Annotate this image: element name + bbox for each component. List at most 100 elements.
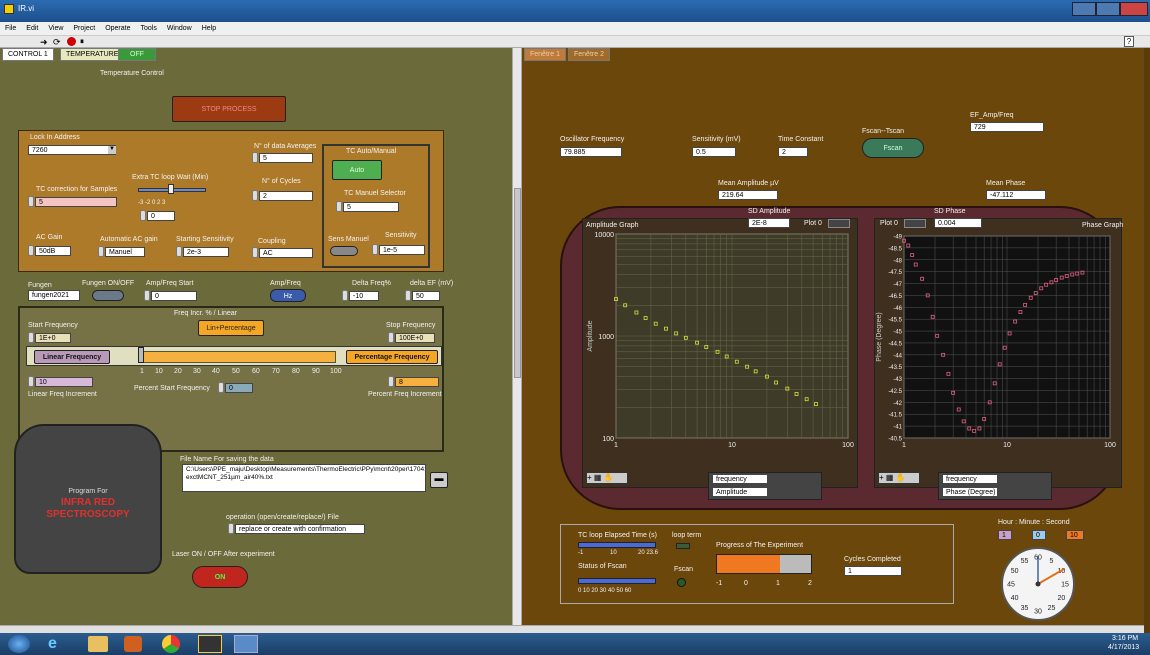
vertical-scrollbar[interactable] <box>512 48 522 625</box>
menu-operate[interactable]: Operate <box>100 22 135 36</box>
tc-correction-input[interactable]: 5 <box>35 197 117 207</box>
amp-y-tick: 10000 <box>595 232 615 239</box>
linear-incr-spinner[interactable] <box>28 376 34 387</box>
temperature-off-toggle[interactable]: OFF <box>118 48 156 61</box>
amp-y-axis-label: Amplitude <box>587 320 594 351</box>
internet-explorer-icon[interactable]: e <box>48 635 72 653</box>
sens-manuel-toggle[interactable] <box>330 246 358 256</box>
run-arrow-icon[interactable]: ➜ <box>40 37 48 48</box>
starting-sens-input[interactable]: 2e-3 <box>183 247 229 257</box>
progress-label: Progress of The Experiment <box>716 542 804 549</box>
horizontal-scrollbar[interactable] <box>0 625 1144 633</box>
frequency-slider-fill[interactable] <box>140 351 336 363</box>
coupling-spinner[interactable] <box>252 247 258 258</box>
tab-fenetre-2[interactable]: Fenêtre 2 <box>568 48 610 61</box>
auto-button[interactable]: Auto <box>332 160 382 180</box>
extra-tc-spinner[interactable] <box>140 210 146 221</box>
slider-tick: 80 <box>292 368 300 375</box>
tab-control-1[interactable]: CONTROL 1 <box>2 48 54 61</box>
sensitivity-input[interactable]: 1e-5 <box>379 245 425 255</box>
n-cycles-spinner[interactable] <box>252 190 258 201</box>
start-button-icon[interactable] <box>8 635 30 653</box>
ampfreq-start-spinner[interactable] <box>144 290 150 301</box>
clock-tick-label: 15 <box>1061 582 1069 589</box>
delta-freq-spinner[interactable] <box>342 290 348 301</box>
menu-project[interactable]: Project <box>68 22 100 36</box>
chrome-icon[interactable] <box>162 635 180 653</box>
tc-correction-spinner[interactable] <box>28 196 34 207</box>
start-frequency-input[interactable]: 1E+0 <box>35 333 71 343</box>
menu-help[interactable]: Help <box>197 22 221 36</box>
start-frequency-label: Start Frequency <box>28 322 78 329</box>
percent-incr-spinner[interactable] <box>388 376 394 387</box>
right-front-panel: Fenêtre 1 Fenêtre 2 EF_Amp/Freq 729 Osci… <box>522 48 1144 625</box>
stop-freq-spinner[interactable] <box>388 332 394 343</box>
time-constant-label: Time Constant <box>778 136 824 143</box>
starting-sens-spinner[interactable] <box>176 246 182 257</box>
ampfreq-start-input[interactable]: 0 <box>151 291 197 301</box>
fscan-toggle[interactable]: Fscan <box>862 138 924 158</box>
n-cycles-input[interactable]: 2 <box>259 191 313 201</box>
coupling-input[interactable]: AC <box>259 248 313 258</box>
percentage-frequency-button[interactable]: Percentage Frequency <box>346 350 438 364</box>
extra-tc-slider-thumb[interactable] <box>168 184 174 194</box>
pause-icon[interactable]: ⏸ <box>80 37 84 47</box>
auto-ac-spinner[interactable] <box>98 246 104 257</box>
tc-manual-spinner[interactable] <box>336 201 342 212</box>
hz-toggle[interactable]: Hz <box>270 289 306 302</box>
ac-gain-spinner[interactable] <box>28 245 34 256</box>
delta-freq-input[interactable]: -10 <box>349 291 379 301</box>
ac-gain-input[interactable]: 50dB <box>35 246 71 256</box>
help-icon[interactable]: ? <box>1124 36 1134 47</box>
phase-graph-tools[interactable]: + ▦ ✋ <box>878 472 920 484</box>
linear-frequency-button[interactable]: Linear Frequency <box>34 350 110 364</box>
menu-tools[interactable]: Tools <box>135 22 161 36</box>
folder-browse-icon[interactable]: ▬ <box>430 472 448 488</box>
labview-taskbar-icon[interactable] <box>198 635 222 653</box>
amp-graph-tools[interactable]: + ▦ ✋ <box>586 472 628 484</box>
minimize-button[interactable] <box>1072 2 1096 16</box>
maximize-button[interactable] <box>1096 2 1120 16</box>
frequency-slider-thumb[interactable] <box>138 347 144 363</box>
n-averages-input[interactable]: 5 <box>259 153 313 163</box>
run-continuous-icon[interactable]: ⟳ <box>53 37 61 48</box>
file-path-input[interactable]: C:\Users\PPE_maju\Desktop\Measurements\T… <box>182 464 426 492</box>
menu-window[interactable]: Window <box>162 22 197 36</box>
laser-on-toggle[interactable]: ON <box>192 566 248 588</box>
ampfreq-start-label: Amp/Freq Start <box>146 280 194 287</box>
labview-vi-taskbar-icon[interactable] <box>234 635 258 653</box>
chevron-down-icon[interactable]: ▼ <box>108 146 116 154</box>
close-button[interactable] <box>1120 2 1148 16</box>
operation-select[interactable]: replace or create with confirmation <box>235 524 365 534</box>
fungen-onoff-toggle[interactable] <box>92 290 124 301</box>
abort-icon[interactable] <box>67 37 76 46</box>
lockin-address-select[interactable]: 7260 <box>28 145 116 155</box>
phase-plot-legend-icon[interactable] <box>904 219 926 228</box>
file-explorer-icon[interactable] <box>88 636 108 652</box>
outlook-icon[interactable] <box>124 636 142 652</box>
fungen-select[interactable]: fungen2021 <box>28 290 80 301</box>
extra-tc-input[interactable]: 0 <box>147 211 175 221</box>
sensitivity-spinner[interactable] <box>372 244 378 255</box>
tc-manual-input[interactable]: 5 <box>343 202 399 212</box>
operation-spinner[interactable] <box>228 523 234 534</box>
tab-fenetre-1[interactable]: Fenêtre 1 <box>524 48 566 61</box>
stop-frequency-input[interactable]: 100E+0 <box>395 333 435 343</box>
percent-start-input[interactable]: 0 <box>225 383 253 393</box>
vertical-scroll-thumb[interactable] <box>514 188 521 378</box>
auto-ac-input[interactable]: Manuel <box>105 247 145 257</box>
delta-ef-input[interactable]: 50 <box>412 291 440 301</box>
amp-plot-legend-icon[interactable] <box>828 219 850 228</box>
percent-start-spinner[interactable] <box>218 382 224 393</box>
delta-ef-spinner[interactable] <box>405 290 411 301</box>
linear-freq-increment-input[interactable]: 10 <box>35 377 93 387</box>
start-freq-spinner[interactable] <box>28 332 34 343</box>
n-averages-spinner[interactable] <box>252 152 258 163</box>
stop-process-button[interactable]: STOP PROCESS <box>172 96 286 122</box>
menu-view[interactable]: View <box>43 22 68 36</box>
percent-freq-increment-input[interactable]: 8 <box>395 377 439 387</box>
lin-percentage-button[interactable]: Lin+Percentage <box>198 320 264 336</box>
menu-file[interactable]: File <box>0 22 21 36</box>
menu-edit[interactable]: Edit <box>21 22 43 36</box>
tab-temperature[interactable]: TEMPERATURE <box>60 48 125 61</box>
